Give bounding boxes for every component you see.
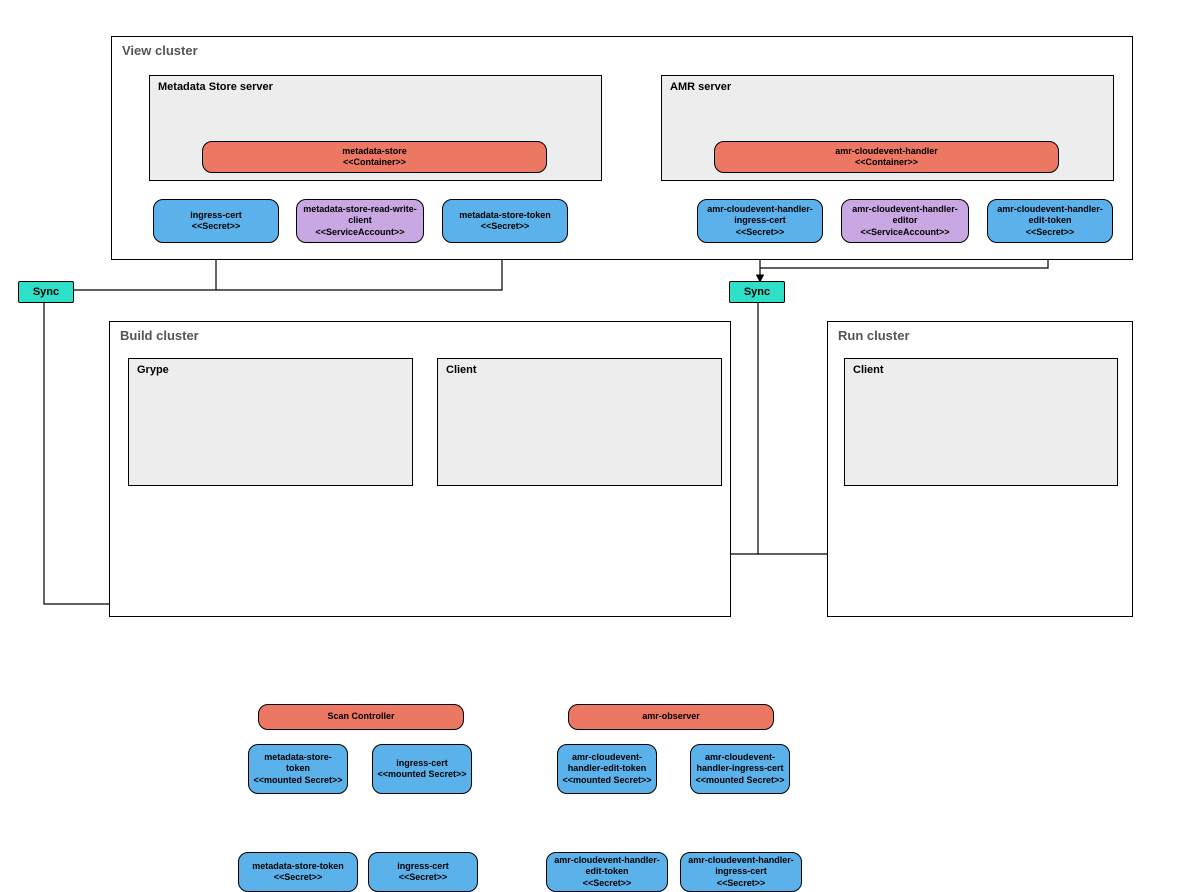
build-mst-secret: metadata-store-token <<Secret>>: [238, 852, 358, 892]
scan-controller: Scan Controller: [258, 704, 464, 730]
build-cli-edit-mounted: amr-cloudevent-handler-edit-token <<moun…: [557, 744, 657, 794]
grype-ingress-mounted: ingress-cert <<mounted Secret>>: [372, 744, 472, 794]
build-cluster-label: Build cluster: [120, 328, 199, 343]
run-client-label: Client: [853, 364, 884, 376]
build-client-box: Client: [437, 358, 722, 486]
metadata-store-token: metadata-store-token <<Secret>>: [442, 199, 568, 243]
grype-box-label: Grype: [137, 364, 169, 376]
run-cluster-label: Run cluster: [838, 328, 910, 343]
view-cluster: View cluster Metadata Store server metad…: [111, 36, 1133, 260]
view-cluster-label: View cluster: [122, 43, 198, 58]
amr-server-label: AMR server: [670, 81, 731, 93]
sync-center: Sync: [729, 281, 785, 303]
ingress-cert-secret: ingress-cert <<Secret>>: [153, 199, 279, 243]
amr-handler-container: amr-cloudevent-handler <<Container>>: [714, 141, 1059, 173]
build-cluster: Build cluster Grype Scan Controller meta…: [109, 321, 731, 617]
build-amr-edit-secret: amr-cloudevent-handler-edit-token <<Secr…: [546, 852, 668, 892]
amr-handler-edit-token: amr-cloudevent-handler-edit-token <<Secr…: [987, 199, 1113, 243]
run-cluster: Run cluster Client amr-observer amr-clou…: [827, 321, 1133, 617]
run-client-box: Client: [844, 358, 1118, 486]
build-amr-observer: amr-observer: [568, 704, 774, 730]
sync-left: Sync: [18, 281, 74, 303]
metadata-store-container: metadata-store <<Container>>: [202, 141, 547, 173]
build-cli-ingress-mounted: amr-cloudevent-handler-ingress-cert <<mo…: [690, 744, 790, 794]
build-amr-ingress-secret: amr-cloudevent-handler-ingress-cert <<Se…: [680, 852, 802, 892]
metadata-store-server-label: Metadata Store server: [158, 81, 273, 93]
amr-handler-editor: amr-cloudevent-handler-editor <<ServiceA…: [841, 199, 969, 243]
grype-box: Grype: [128, 358, 413, 486]
grype-mst-mounted: metadata-store-token <<mounted Secret>>: [248, 744, 348, 794]
metadata-store-rw-client: metadata-store-read-write-client <<Servi…: [296, 199, 424, 243]
amr-handler-ingress-cert: amr-cloudevent-handler-ingress-cert <<Se…: [697, 199, 823, 243]
build-ingress-secret: ingress-cert <<Secret>>: [368, 852, 478, 892]
diagram-canvas: View cluster Metadata Store server metad…: [0, 0, 1200, 651]
build-client-label: Client: [446, 364, 477, 376]
